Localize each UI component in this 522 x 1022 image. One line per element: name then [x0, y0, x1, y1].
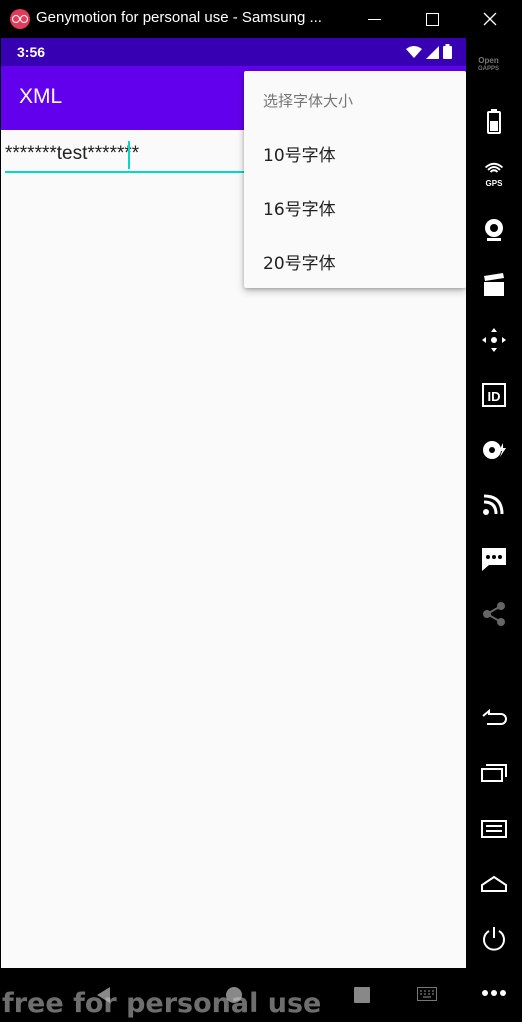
menu-item-label: 16号字体	[263, 200, 336, 220]
edit-text-value: *******test*******	[5, 143, 140, 164]
gps-icon[interactable]: GPS	[479, 161, 509, 191]
menu-item-label: 10号字体	[263, 146, 336, 166]
network-icon[interactable]	[479, 489, 509, 519]
font-size-popup-menu: 选择字体大小 10号字体 16号字体 20号字体	[244, 71, 466, 288]
open-gapps-label: Open	[478, 56, 499, 65]
menu-item-10[interactable]: 10号字体	[244, 125, 466, 179]
recent-apps-icon[interactable]	[479, 758, 509, 788]
open-gapps-button[interactable]: Open GAPPS	[478, 56, 499, 74]
genymotion-logo-icon	[10, 9, 30, 29]
device-id-icon[interactable]: ID	[479, 380, 509, 410]
close-icon[interactable]	[478, 7, 502, 31]
status-bar: 3:56	[1, 38, 466, 66]
app-title: XML	[19, 85, 63, 108]
status-time: 3:56	[17, 44, 46, 60]
maximize-icon[interactable]	[420, 7, 444, 31]
battery-tool-icon[interactable]	[479, 106, 509, 136]
svg-text:ID: ID	[488, 389, 501, 404]
text-cursor	[128, 141, 130, 169]
media-icon[interactable]	[479, 270, 509, 300]
minimize-icon[interactable]	[363, 7, 387, 31]
window-title: Genymotion for personal use - Samsung ..…	[36, 9, 322, 26]
signal-icon	[426, 45, 439, 59]
keyboard-icon[interactable]	[417, 987, 437, 1001]
gps-label: GPS	[485, 179, 503, 188]
wifi-icon	[406, 45, 422, 58]
back-icon[interactable]	[479, 703, 509, 733]
nav-recents-icon[interactable]	[353, 986, 371, 1004]
dpad-icon[interactable]	[479, 325, 509, 355]
sms-icon[interactable]	[479, 544, 509, 574]
menu-icon[interactable]	[479, 813, 509, 843]
power-icon[interactable]	[479, 923, 509, 953]
disk-io-icon[interactable]	[479, 435, 509, 465]
more-icon[interactable]	[479, 978, 509, 1008]
device-screen: 3:56 XML *******test******* 选择字体大小 10号字体…	[1, 38, 466, 968]
emulator-toolbar: Open GAPPS GPS ID	[466, 38, 522, 1022]
menu-item-label: 20号字体	[263, 254, 336, 274]
share-icon[interactable]	[479, 599, 509, 629]
menu-item-16[interactable]: 16号字体	[244, 179, 466, 233]
window-title-bar: Genymotion for personal use - Samsung ..…	[0, 0, 522, 38]
webcam-icon[interactable]	[479, 215, 509, 245]
open-gapps-label-2: GAPPS	[478, 66, 500, 72]
watermark: free for personal use	[2, 988, 322, 1019]
battery-icon	[443, 44, 452, 59]
menu-item-20[interactable]: 20号字体	[244, 233, 466, 287]
menu-header: 选择字体大小	[263, 92, 354, 110]
home-icon[interactable]	[479, 868, 509, 898]
